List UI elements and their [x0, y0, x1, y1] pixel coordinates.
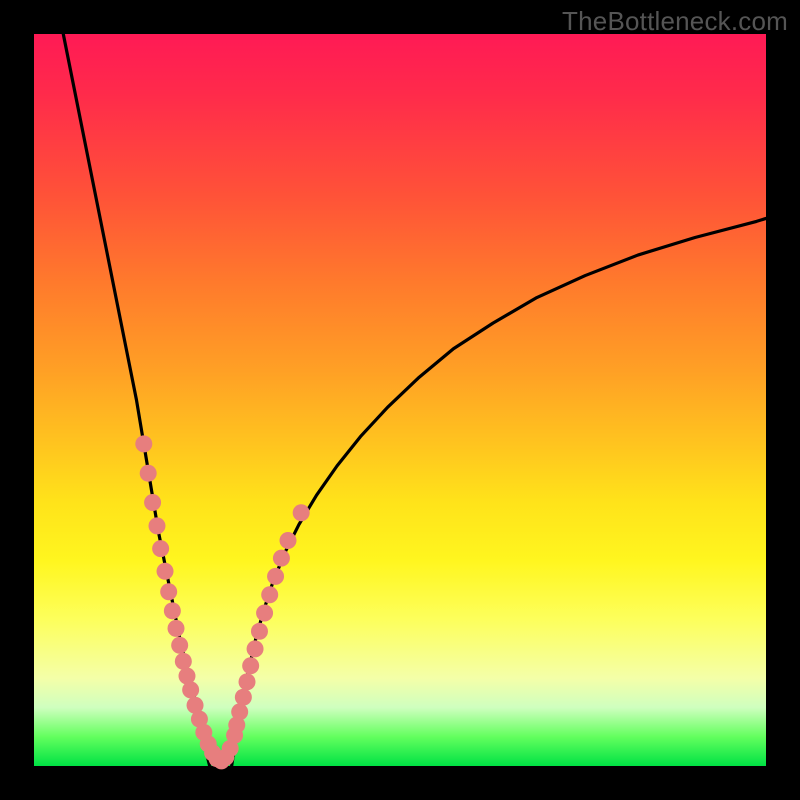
dot — [273, 550, 290, 567]
dot — [164, 602, 181, 619]
dot — [235, 689, 252, 706]
dot — [267, 568, 284, 585]
chart-svg — [34, 34, 766, 766]
dot — [231, 703, 248, 720]
dot — [256, 605, 273, 622]
dot — [175, 653, 192, 670]
dot — [247, 640, 264, 657]
dot — [152, 540, 169, 557]
dot — [135, 435, 152, 452]
dot — [148, 517, 165, 534]
plot-area — [34, 34, 766, 766]
dot — [168, 620, 185, 637]
highlight-dots — [135, 435, 309, 769]
dot — [251, 623, 268, 640]
dot — [261, 586, 278, 603]
dot — [140, 465, 157, 482]
dot — [280, 532, 297, 549]
dot — [182, 681, 199, 698]
dot — [293, 504, 310, 521]
dot — [160, 583, 177, 600]
dot — [157, 563, 174, 580]
dot — [242, 657, 259, 674]
curve-right-branch — [232, 218, 766, 766]
watermark-text: TheBottleneck.com — [562, 6, 788, 37]
curve-lines — [63, 34, 766, 766]
chart-frame: TheBottleneck.com — [0, 0, 800, 800]
dot — [144, 494, 161, 511]
dot — [171, 637, 188, 654]
dot — [239, 673, 256, 690]
